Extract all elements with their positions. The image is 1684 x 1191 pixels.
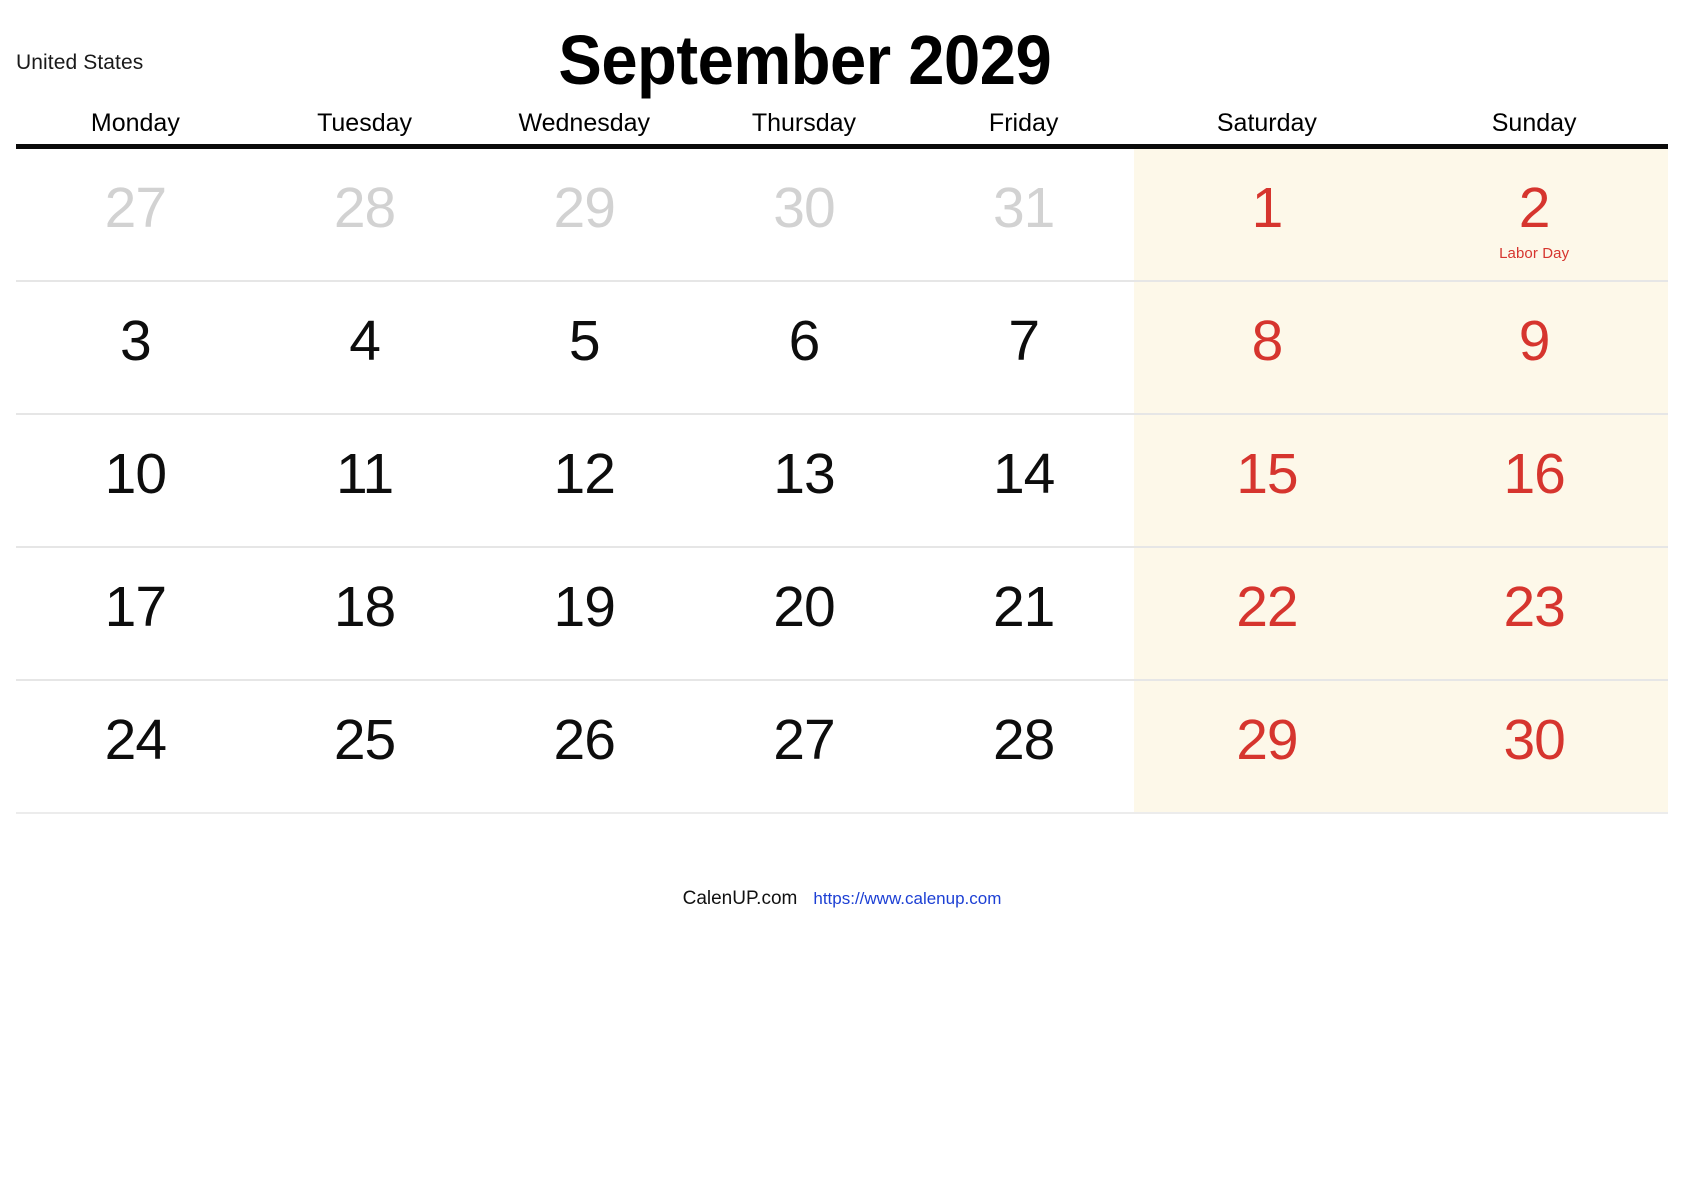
calendar-day-cell[interactable]: 28 <box>913 680 1134 814</box>
day-number: 17 <box>104 575 167 639</box>
day-number: 31 <box>992 176 1055 240</box>
calendar-day-cell[interactable]: 17 <box>16 547 255 681</box>
day-number: 2 <box>1518 176 1551 240</box>
calendar-day-cell[interactable]: 21 <box>913 547 1134 681</box>
calendar-week-row: 3 4 5 6 7 8 9 <box>16 281 1668 415</box>
calendar-day-cell[interactable]: 25 <box>254 680 475 814</box>
day-number: 28 <box>992 708 1055 772</box>
day-number: 7 <box>1008 309 1040 373</box>
weekday-header-label: Tuesday <box>317 109 413 137</box>
day-number: 22 <box>1236 575 1298 639</box>
calendar-day-cell[interactable]: 30 <box>694 146 914 282</box>
day-number: 29 <box>553 176 616 240</box>
weekday-header-label: Friday <box>988 109 1059 137</box>
day-number: 25 <box>333 708 396 772</box>
day-number: 18 <box>333 575 396 639</box>
weekday-header-row: Monday Tuesday Wednesday Thursday Friday Satu… <box>16 109 1668 149</box>
weekday-header-wednesday: Wednesday <box>474 109 695 149</box>
day-number: 10 <box>104 442 167 506</box>
calendar-day-cell[interactable]: 2 Labor Day <box>1400 146 1668 282</box>
footer-brand: CalenUP.com <box>682 888 798 909</box>
weekday-header-label: Saturday <box>1216 109 1317 137</box>
calendar-day-cell[interactable]: 29 <box>474 146 695 282</box>
calendar-day-cell[interactable]: 5 <box>474 281 695 415</box>
weekday-header-saturday: Saturday <box>1133 109 1401 149</box>
day-number: 1 <box>1251 176 1284 240</box>
calendar-day-cell[interactable]: 24 <box>16 680 255 814</box>
calendar-week-row: 17 18 19 20 21 22 23 <box>16 547 1668 681</box>
footer: CalenUP.com https://www.calenup.com <box>0 888 1684 910</box>
calendar-day-cell[interactable]: 31 <box>913 146 1134 282</box>
day-number: 29 <box>1236 708 1298 772</box>
calendar-day-cell[interactable]: 8 <box>1133 281 1401 415</box>
weekday-header-monday: Monday <box>16 109 255 149</box>
calendar-day-cell[interactable]: 18 <box>254 547 475 681</box>
calendar-header: United States September 2029 <box>0 0 1684 110</box>
day-number: 27 <box>104 176 167 240</box>
day-number: 19 <box>553 575 616 639</box>
calendar-day-cell[interactable]: 9 <box>1400 281 1668 415</box>
weekday-header-label: Monday <box>90 109 180 137</box>
calendar-day-cell[interactable]: 12 <box>474 414 695 548</box>
day-number: 3 <box>120 309 152 373</box>
calendar-day-cell[interactable]: 16 <box>1400 414 1668 548</box>
calendar-day-cell[interactable]: 26 <box>474 680 695 814</box>
calendar-week-row: 10 11 12 13 14 15 16 <box>16 414 1668 548</box>
day-number: 4 <box>349 309 381 373</box>
day-number: 23 <box>1503 575 1565 639</box>
weekday-header-tuesday: Tuesday <box>254 109 475 149</box>
day-number: 26 <box>553 708 616 772</box>
calendar-day-cell[interactable]: 22 <box>1133 547 1401 681</box>
weekday-header-label: Thursday <box>751 109 857 137</box>
holiday-label: Labor Day <box>1499 245 1570 262</box>
weekday-header-thursday: Thursday <box>694 109 914 149</box>
calendar-day-cell[interactable]: 23 <box>1400 547 1668 681</box>
calendar-day-cell[interactable]: 15 <box>1133 414 1401 548</box>
day-number: 28 <box>333 176 396 240</box>
day-number: 30 <box>1503 708 1565 772</box>
day-number: 11 <box>335 442 394 506</box>
calendar-day-cell[interactable]: 27 <box>694 680 914 814</box>
day-number: 21 <box>992 575 1055 639</box>
calendar-day-cell[interactable]: 19 <box>474 547 695 681</box>
weekday-header-label: Wednesday <box>518 109 651 137</box>
calendar-day-cell[interactable]: 10 <box>16 414 255 548</box>
day-number: 24 <box>104 708 167 772</box>
day-number: 12 <box>553 442 616 506</box>
weekday-header-label: Sunday <box>1491 109 1577 137</box>
day-number: 6 <box>788 309 821 373</box>
day-number: 14 <box>992 442 1055 506</box>
calendar-body: 27 28 29 30 31 1 2 Labor Day 3 4 5 6 7 8 9 10 11 12 13 14 15… <box>16 146 1668 814</box>
calendar-day-cell[interactable]: 7 <box>913 281 1134 415</box>
day-number: 5 <box>568 309 601 373</box>
day-number: 16 <box>1503 442 1565 506</box>
footer-url-link[interactable]: https://www.calenup.com <box>813 889 1001 908</box>
day-number: 9 <box>1518 309 1551 373</box>
day-number: 13 <box>773 442 835 506</box>
calendar-day-cell[interactable]: 20 <box>694 547 914 681</box>
day-number: 15 <box>1236 442 1298 506</box>
calendar-day-cell[interactable]: 3 <box>16 281 255 415</box>
weekday-header-friday: Friday <box>913 109 1134 149</box>
calendar-day-cell[interactable]: 29 <box>1133 680 1401 814</box>
calendar-day-cell[interactable]: 4 <box>254 281 475 415</box>
day-number: 20 <box>773 575 835 639</box>
weekday-header-sunday: Sunday <box>1400 109 1668 149</box>
calendar-week-row: 27 28 29 30 31 1 2 Labor Day <box>16 146 1668 282</box>
calendar-day-cell[interactable]: 13 <box>694 414 914 548</box>
calendar-day-cell[interactable]: 27 <box>16 146 255 282</box>
calendar-day-cell[interactable]: 11 <box>254 414 475 548</box>
calendar-week-row: 24 25 26 27 28 29 30 <box>16 680 1668 814</box>
calendar-grid: Monday Tuesday Wednesday Thursday Friday Satu… <box>16 110 1668 814</box>
calendar-day-cell[interactable]: 14 <box>913 414 1134 548</box>
calendar-day-cell[interactable]: 28 <box>254 146 475 282</box>
day-number: 8 <box>1251 309 1284 373</box>
day-number: 30 <box>773 176 835 240</box>
calendar-day-cell[interactable]: 30 <box>1400 680 1668 814</box>
calendar-day-cell[interactable]: 1 <box>1133 146 1401 282</box>
day-number: 27 <box>773 708 835 772</box>
calendar-day-cell[interactable]: 6 <box>694 281 914 415</box>
page-title: September 2029 <box>558 21 1052 99</box>
